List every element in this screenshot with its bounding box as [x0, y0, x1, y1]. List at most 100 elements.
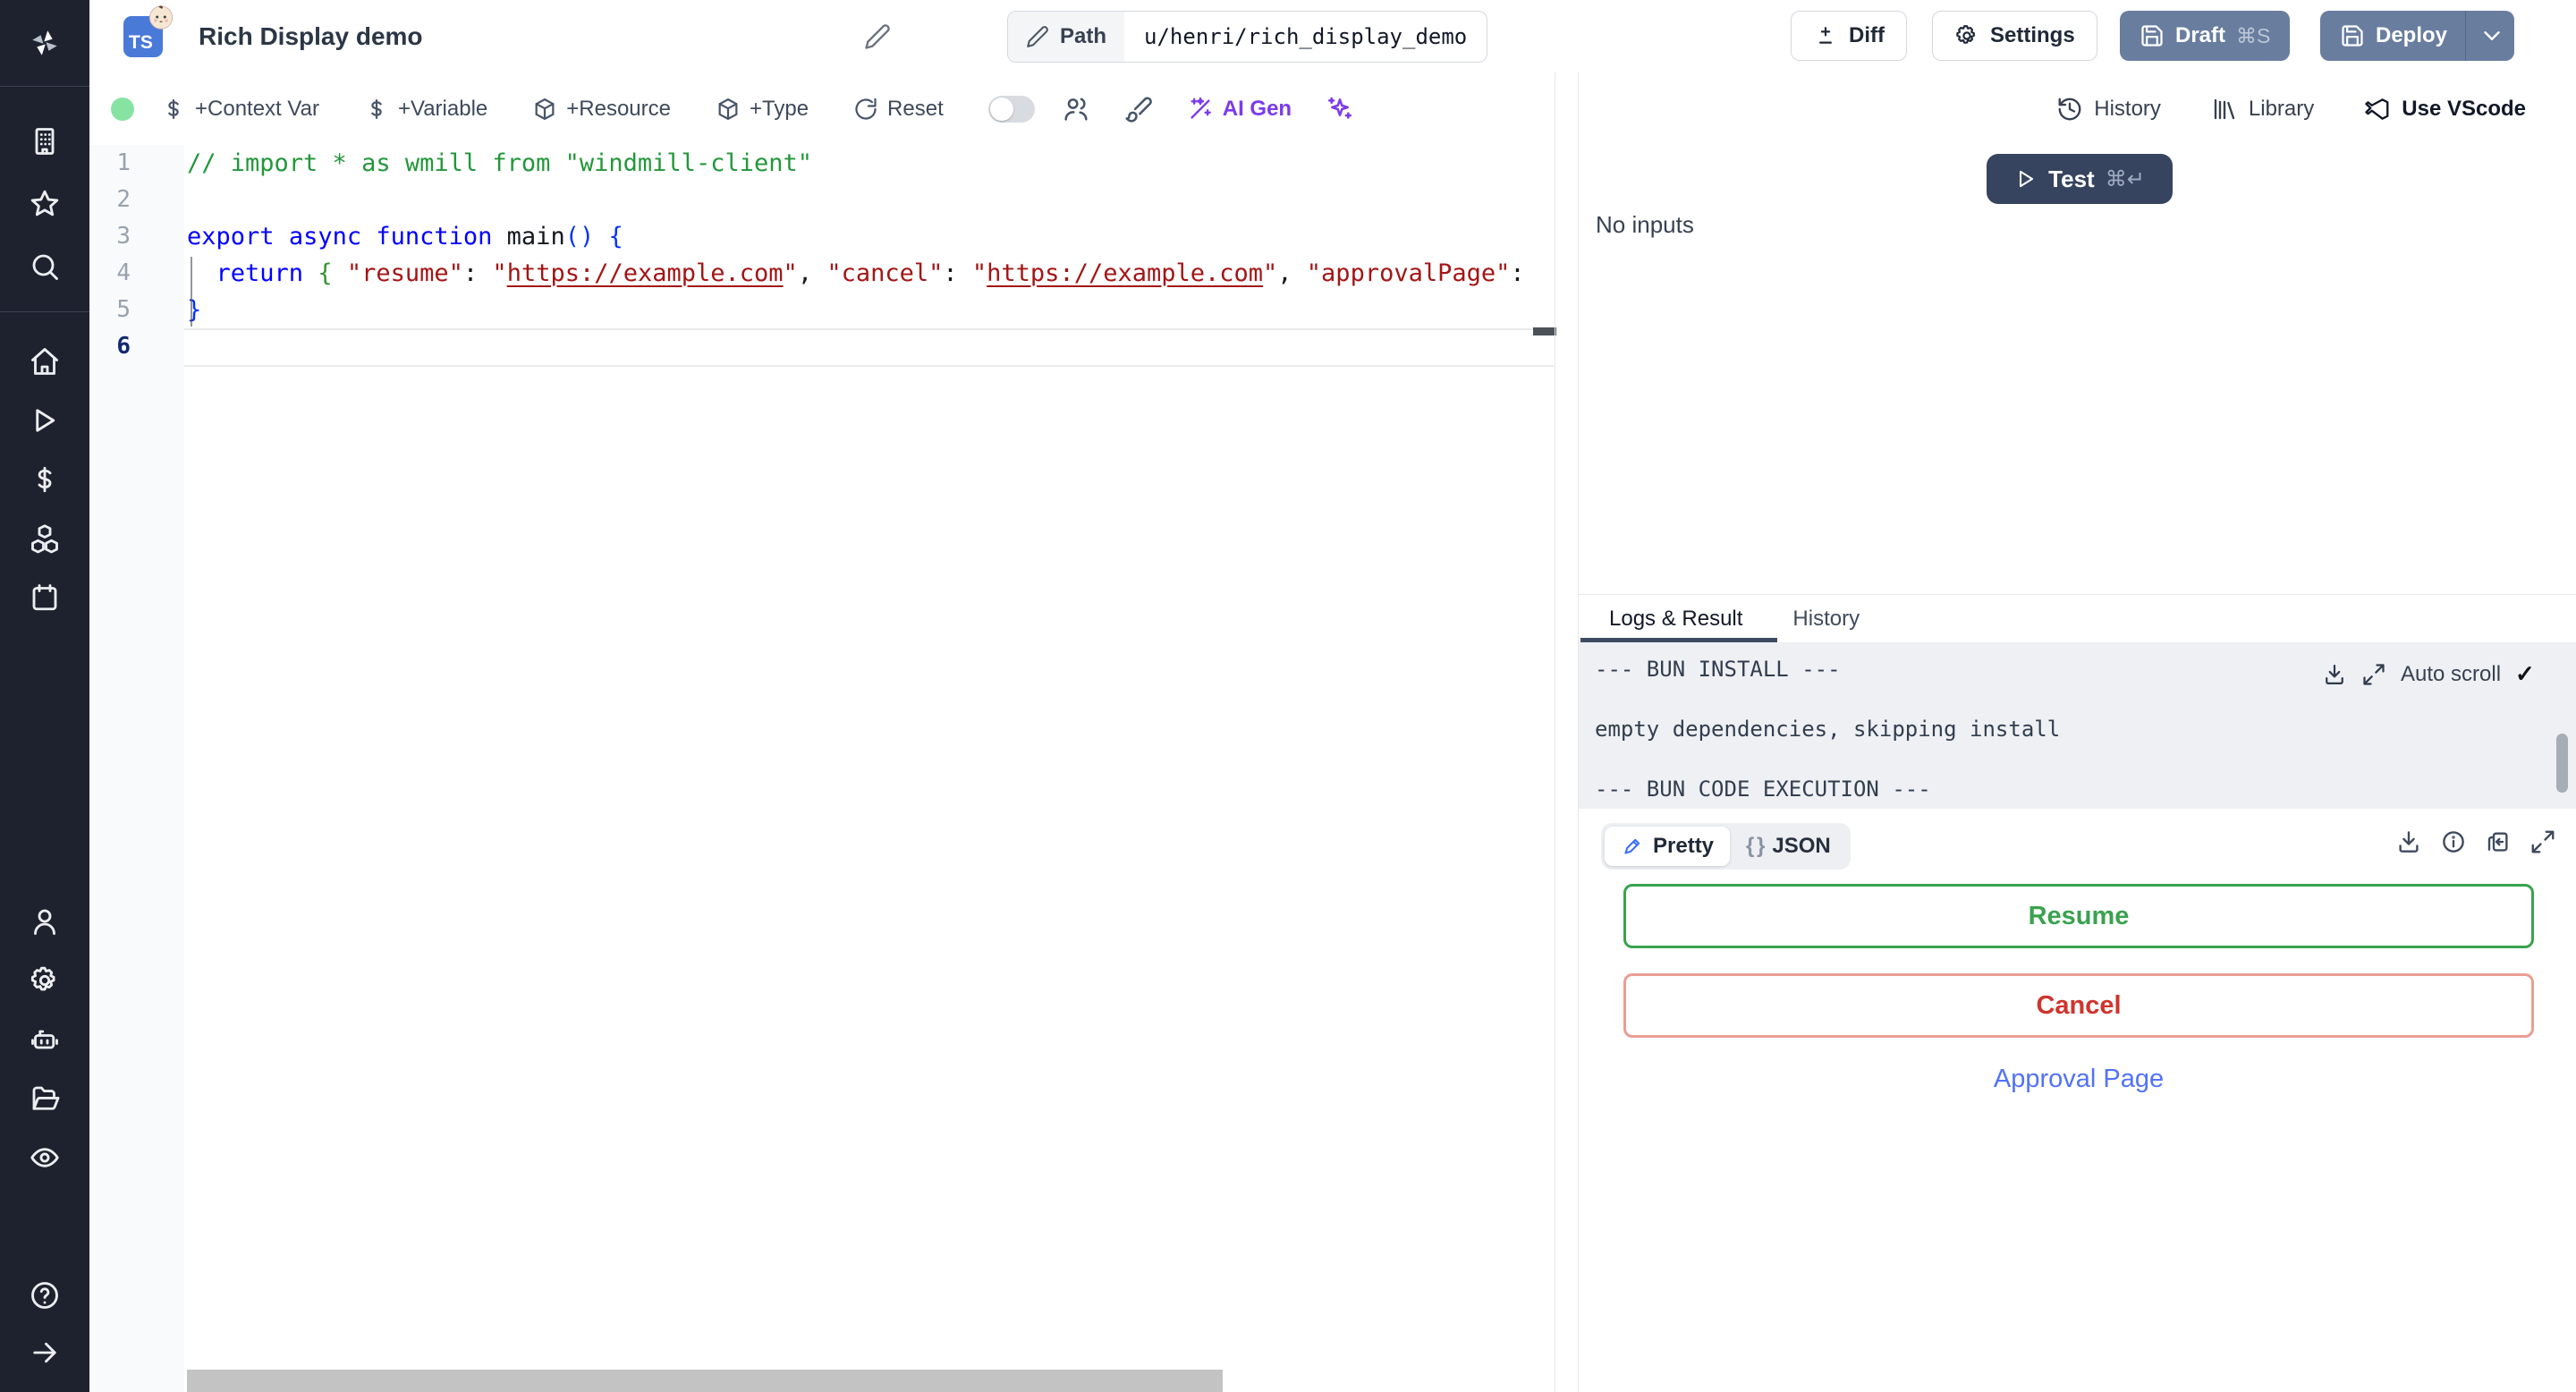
use-vscode-button[interactable]: Use VScode	[2364, 96, 2526, 123]
expand-logs-icon[interactable]	[2361, 662, 2386, 687]
info-icon[interactable]	[2440, 828, 2467, 855]
history-button[interactable]: History	[2056, 96, 2161, 123]
sidebar-item-favorites[interactable]	[29, 188, 61, 220]
dollar-icon	[364, 97, 389, 122]
draft-shortcut: ⌘S	[2236, 23, 2271, 47]
save-icon	[2340, 23, 2365, 48]
add-type-label: +Type	[750, 96, 809, 121]
line-number: 3	[116, 223, 131, 250]
deploy-button[interactable]: Deploy	[2320, 11, 2515, 61]
sidebar-item-settings[interactable]	[29, 964, 61, 997]
multiplayer-icon[interactable]	[1062, 95, 1090, 123]
copy-result-icon[interactable]	[2485, 828, 2512, 855]
left-sidebar	[0, 0, 89, 1392]
sidebar-item-users[interactable]	[29, 905, 61, 938]
gear-icon	[1954, 23, 1979, 48]
save-icon	[2140, 23, 2165, 48]
add-type-button[interactable]: +Type	[716, 97, 809, 122]
tab-logs-result[interactable]: Logs & Result	[1609, 607, 1742, 632]
code-line[interactable]: 5}	[89, 292, 1555, 328]
cancel-button[interactable]: Cancel	[1623, 973, 2534, 1038]
windmill-logo[interactable]	[29, 27, 61, 59]
package-icon	[532, 97, 557, 122]
edit-summary-button[interactable]	[860, 20, 894, 54]
pretty-view-button[interactable]: Pretty	[1605, 827, 1731, 866]
sidebar-expand-button[interactable]	[29, 1337, 61, 1369]
log-line: --- BUN CODE EXECUTION ---	[1595, 777, 1931, 802]
add-resource-label: +Resource	[566, 96, 671, 121]
sidebar-item-workers[interactable]	[29, 1023, 61, 1056]
add-resource-button[interactable]: +Resource	[532, 97, 671, 122]
line-number: 2	[116, 186, 131, 213]
package-icon	[716, 97, 741, 122]
sidebar-item-runs[interactable]	[29, 404, 61, 437]
log-line: empty dependencies, skipping install	[1595, 717, 2061, 742]
code-line[interactable]: 1 // import * as wmill from "windmill-cli…	[89, 145, 1555, 182]
format-brush-icon[interactable]	[1124, 95, 1153, 123]
deploy-label: Deploy	[2376, 23, 2448, 47]
result-tabs: Logs & Result History	[1579, 595, 2576, 642]
sidebar-item-workspace[interactable]	[29, 125, 61, 157]
draft-button[interactable]: Draft ⌘S	[2120, 11, 2291, 61]
reset-button[interactable]: Reset	[853, 97, 944, 122]
chevron-down-icon[interactable]	[2479, 22, 2505, 49]
path-label: Path	[1060, 24, 1107, 48]
download-logs-icon[interactable]	[2322, 662, 2347, 687]
json-label: JSON	[1772, 834, 1831, 858]
sidebar-divider	[0, 311, 89, 312]
play-icon	[2014, 167, 2038, 191]
expand-result-icon[interactable]	[2529, 828, 2556, 855]
test-label: Test	[2048, 165, 2095, 192]
pretty-label: Pretty	[1653, 834, 1715, 858]
dollar-icon	[161, 97, 186, 122]
assistant-toggle[interactable]	[987, 95, 1035, 123]
history-clock-icon	[2056, 96, 2083, 123]
magic-wand-icon	[1187, 96, 1214, 123]
auto-scroll-checkbox[interactable]: ✓	[2515, 660, 2535, 688]
diff-icon	[1813, 23, 1838, 48]
draft-label: Draft	[2175, 23, 2226, 47]
ai-gen-label: AI Gen	[1222, 96, 1292, 121]
json-view-button[interactable]: { } JSON	[1730, 834, 1847, 859]
code-line[interactable]: 3 export async function main() {	[89, 218, 1555, 255]
path-label-segment[interactable]: Path	[1008, 12, 1125, 62]
line-number: 1	[116, 149, 131, 176]
code-line[interactable]: 2	[89, 182, 1555, 218]
sidebar-item-home[interactable]	[29, 345, 61, 378]
resume-button[interactable]: Resume	[1623, 884, 2534, 948]
sidebar-item-folders[interactable]	[29, 1082, 61, 1115]
code-text: export async function main() {	[187, 223, 623, 250]
code-line[interactable]: 4 return { "resume": "https://example.co…	[89, 255, 1555, 292]
sparkles-icon[interactable]	[1326, 95, 1354, 123]
editor-toolbar: +Context Var +Variable +Resource +Type R…	[89, 72, 2576, 145]
add-variable-label: +Variable	[397, 96, 488, 121]
add-variable-button[interactable]: +Variable	[364, 97, 487, 122]
pen-nib-icon	[1621, 835, 1644, 858]
braces-icon: { }	[1746, 834, 1765, 858]
sidebar-item-search[interactable]	[29, 250, 61, 283]
library-button[interactable]: Library	[2211, 96, 2314, 123]
sidebar-item-variables[interactable]	[29, 463, 61, 496]
test-shortcut: ⌘↵	[2105, 166, 2145, 191]
toggle-knob	[989, 97, 1013, 121]
editor-horizontal-scrollbar[interactable]	[187, 1370, 1223, 1392]
sidebar-item-resources[interactable]	[29, 522, 61, 555]
sidebar-item-audit-logs[interactable]	[29, 1142, 61, 1174]
download-result-icon[interactable]	[2395, 828, 2422, 855]
approval-page-link[interactable]: Approval Page	[1623, 1065, 2534, 1094]
ai-gen-button[interactable]: AI Gen	[1187, 96, 1292, 123]
settings-label: Settings	[1990, 23, 2075, 47]
library-label: Library	[2248, 96, 2315, 121]
log-toolbar: Auto scroll ✓	[2322, 660, 2535, 688]
settings-button[interactable]: Settings	[1932, 11, 2097, 61]
tab-history[interactable]: History	[1792, 607, 1860, 632]
test-button[interactable]: Test ⌘↵	[1987, 154, 2173, 204]
sidebar-item-help[interactable]	[29, 1279, 61, 1311]
path-value[interactable]: u/henri/rich_display_demo	[1124, 12, 1487, 62]
path-selector[interactable]: Path u/henri/rich_display_demo	[1007, 11, 1488, 63]
diff-button[interactable]: Diff	[1791, 11, 1907, 61]
log-scrollbar-thumb[interactable]	[2556, 734, 2568, 793]
add-context-var-button[interactable]: +Context Var	[161, 97, 319, 122]
sidebar-item-schedules[interactable]	[29, 581, 61, 614]
library-icon	[2211, 96, 2238, 123]
